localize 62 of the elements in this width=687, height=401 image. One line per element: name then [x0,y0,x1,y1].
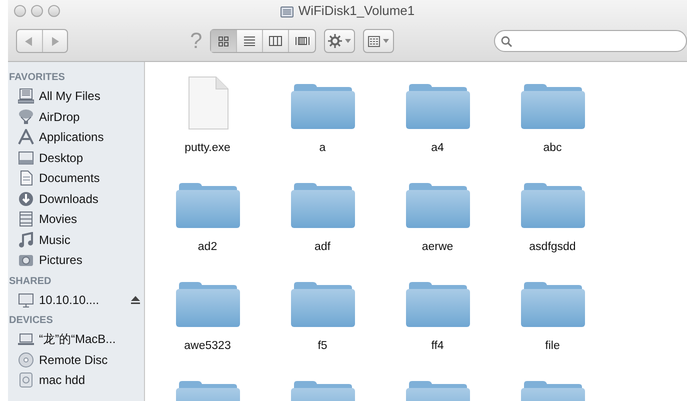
list-icon [244,36,256,46]
music-note-icon [18,232,34,248]
caret-icon [383,39,390,43]
back-forward-buttons[interactable] [16,29,68,53]
search-icon [501,36,512,46]
eject-icon[interactable] [131,296,140,304]
sidebar-item[interactable]: Remote Disc [8,350,144,370]
forward-icon [50,36,59,46]
laptop-icon [18,331,34,348]
sidebar-item[interactable]: Pictures [8,250,144,270]
icon-view-button[interactable] [211,30,238,52]
applications-icon [18,129,34,146]
monitor-icon [18,292,34,308]
sidebar-item[interactable]: 10.10.10.... [8,290,144,310]
action-button[interactable] [324,29,356,53]
sidebar-item[interactable]: Documents [8,168,144,188]
search-field[interactable] [494,30,687,52]
grid-icon [218,36,230,46]
gear-icon [328,34,342,48]
arrange-button[interactable] [363,29,394,53]
sidebar-item[interactable]: mac hdd [8,370,144,390]
sidebar-item[interactable]: All My Files [8,86,144,106]
sidebar-heading: SHARED [8,274,52,288]
sidebar-item[interactable]: AirDrop [8,106,144,127]
file-name: ad2 [198,240,218,255]
camera-icon [18,252,34,268]
file-name: abc [543,141,562,156]
file-name: adf [314,240,330,255]
sidebar-item[interactable]: Applications [8,127,144,148]
window-control-button[interactable] [31,5,43,17]
caret-icon [345,39,352,43]
sidebar-item[interactable]: “龙”的“MacB... [8,329,144,350]
file-name: a4 [431,141,444,156]
film-icon [18,211,34,228]
window-control-button[interactable] [14,5,26,17]
download-icon [18,190,34,207]
airdrop-icon [18,108,34,125]
hard-drive-icon [18,372,34,388]
desktop-icon [18,150,34,166]
file-name: putty.exe [184,141,230,156]
columns-icon [269,36,282,46]
file-name: f5 [318,339,328,354]
sidebar-heading: DEVICES [8,314,54,328]
file-name: asdfgsdd [529,240,576,255]
file-name: file [545,339,560,354]
sidebar-heading: FAVORITES [8,71,66,85]
file-name: ff4 [431,339,444,354]
file-name: awe5323 [184,339,231,354]
sidebar-item[interactable]: Movies [8,209,144,230]
disc-icon [18,352,34,368]
file-name: a [319,141,326,156]
cover-flow-icon [294,36,310,46]
all-files-icon [18,88,34,104]
sidebar-item[interactable]: Downloads [8,188,144,209]
window-control-button[interactable] [48,5,60,17]
arrange-icon [368,36,380,46]
back-icon [25,36,34,46]
sidebar-item[interactable]: Desktop [8,148,144,168]
document-icon [18,170,34,186]
window-title: WiFiDisk1_Volume1 [298,2,415,20]
sidebar-item[interactable]: Music [8,230,144,250]
file-name: aerwe [422,240,454,255]
